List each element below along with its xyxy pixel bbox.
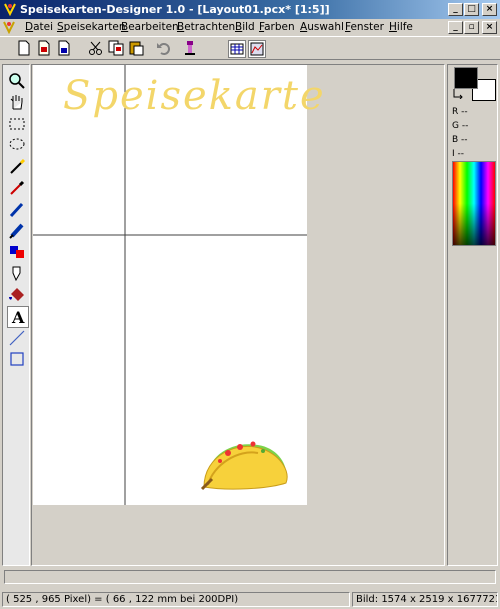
color-panel: R -- G -- B -- I -- xyxy=(447,64,498,566)
menu-betrachten[interactable]: Betrachten xyxy=(177,21,235,33)
rect-select-icon[interactable] xyxy=(7,114,27,134)
document-icon xyxy=(3,21,15,34)
mdi-minimize-button[interactable]: _ xyxy=(448,21,463,34)
cursor-position-status: ( 525 , 965 Pixel) = ( 66 , 122 mm bei 2… xyxy=(2,592,350,607)
undo-icon[interactable] xyxy=(156,40,172,56)
fill-bucket-icon[interactable] xyxy=(7,285,27,305)
horizontal-bar xyxy=(4,570,496,584)
window-title: Speisekarten-Designer 1.0 - [Layout01.pc… xyxy=(20,3,330,16)
save-icon[interactable] xyxy=(56,40,72,56)
tool-palette: A xyxy=(2,64,30,566)
blue-value-label: B -- xyxy=(452,135,468,145)
svg-text:A: A xyxy=(11,308,25,327)
menu-bar: Datei Speisekarten Bearbeiten Betrachten… xyxy=(0,19,500,36)
rectangle-tool-icon[interactable] xyxy=(7,349,27,369)
airbrush-icon[interactable] xyxy=(7,263,27,283)
menu-heading: Speisekarte xyxy=(63,73,326,119)
text-tool-icon[interactable]: A xyxy=(7,306,29,328)
open-icon[interactable] xyxy=(36,40,52,56)
grid-icon[interactable] xyxy=(228,40,246,58)
crop-icon[interactable] xyxy=(182,40,198,56)
menu-document-canvas[interactable]: Speisekarte xyxy=(33,65,324,505)
app-icon xyxy=(4,3,16,16)
mdi-close-button[interactable]: × xyxy=(482,21,497,34)
color-palette-picker[interactable] xyxy=(452,161,496,246)
magic-wand-icon[interactable] xyxy=(7,156,27,176)
menu-bild[interactable]: Bild xyxy=(235,21,255,33)
foreground-color-swatch[interactable] xyxy=(454,67,478,89)
minimize-button[interactable]: _ xyxy=(448,3,463,16)
taco-image xyxy=(200,441,288,491)
color-replace-icon[interactable] xyxy=(7,242,27,262)
brush-icon[interactable] xyxy=(7,220,27,240)
menu-auswahl[interactable]: Auswahl xyxy=(300,21,344,33)
intensity-value-label: I -- xyxy=(452,149,465,159)
zoom-tool-icon[interactable] xyxy=(7,71,27,91)
hand-tool-icon[interactable] xyxy=(7,92,27,112)
red-value-label: R -- xyxy=(452,107,468,117)
mdi-restore-button[interactable]: ▫ xyxy=(464,21,479,34)
lasso-select-icon[interactable] xyxy=(7,135,27,155)
pencil-icon[interactable] xyxy=(7,199,27,219)
title-bar: Speisekarten-Designer 1.0 - [Layout01.pc… xyxy=(0,0,500,19)
menu-speisekarten[interactable]: Speisekarten xyxy=(57,21,126,33)
maximize-button[interactable]: □ xyxy=(464,3,479,16)
cut-icon[interactable] xyxy=(88,40,104,56)
new-icon[interactable] xyxy=(16,40,32,56)
line-tool-icon[interactable] xyxy=(7,328,27,348)
menu-datei[interactable]: Datei xyxy=(25,21,53,33)
menu-bearbeiten[interactable]: Bearbeiten xyxy=(121,21,179,33)
green-value-label: G -- xyxy=(452,121,469,131)
status-bar: ( 525 , 965 Pixel) = ( 66 , 122 mm bei 2… xyxy=(0,590,500,609)
image-info-status: Bild: 1574 x 2519 x 16777216 xyxy=(352,592,498,607)
toolbar xyxy=(0,36,500,60)
histogram-icon[interactable] xyxy=(248,40,266,58)
menu-fenster[interactable]: Fenster xyxy=(345,21,384,33)
canvas-area[interactable]: Speisekarte xyxy=(31,64,445,566)
menu-farben[interactable]: Farben xyxy=(259,21,295,33)
paste-icon[interactable] xyxy=(128,40,144,56)
swap-colors-icon[interactable] xyxy=(452,87,464,99)
close-button[interactable]: × xyxy=(482,3,497,16)
copy-icon[interactable] xyxy=(108,40,124,56)
eyedropper-icon[interactable] xyxy=(7,177,27,197)
menu-hilfe[interactable]: Hilfe xyxy=(389,21,413,33)
